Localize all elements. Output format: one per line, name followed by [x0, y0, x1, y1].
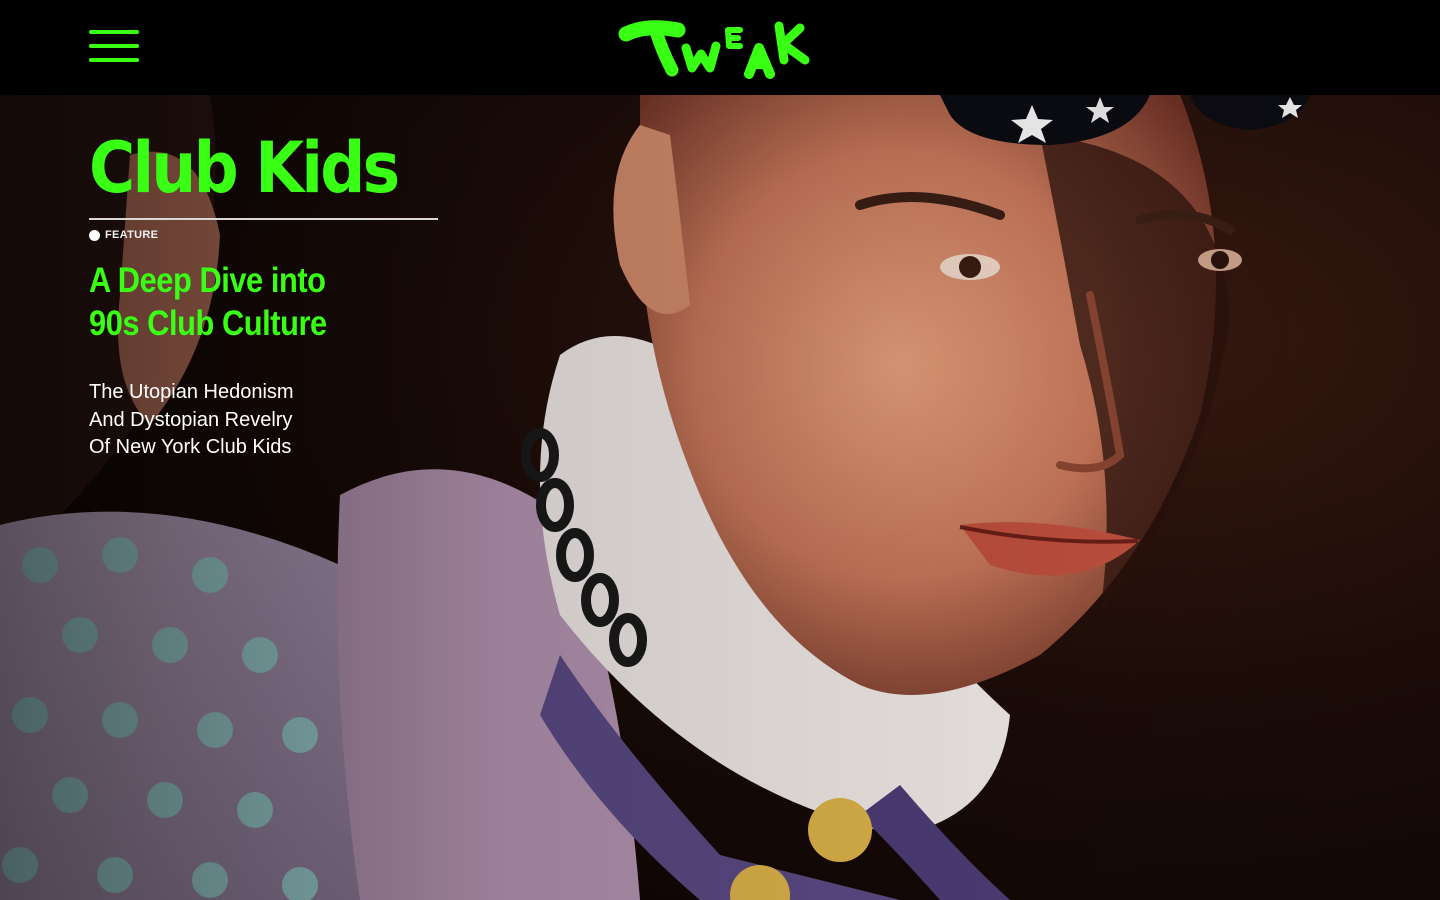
dek-line: Of New York Club Kids	[89, 436, 292, 458]
tweak-logo[interactable]	[616, 16, 812, 82]
dek-line: The Utopian Hedonism	[89, 381, 294, 403]
headline-line: A Deep Dive into	[89, 261, 326, 300]
category-dot-icon	[89, 229, 100, 241]
title-divider	[89, 218, 438, 220]
top-nav-bar	[0, 0, 1440, 95]
hamburger-menu-icon[interactable]	[89, 30, 139, 64]
category-label: FEATURE	[105, 229, 159, 241]
menu-line	[89, 58, 139, 62]
article-dek: The Utopian Hedonism And Dystopian Revel…	[89, 379, 439, 462]
hero-text-panel: Club Kids FEATURE A Deep Dive into 90s C…	[89, 128, 439, 462]
dek-line: And Dystopian Revelry	[89, 408, 293, 431]
menu-line	[89, 44, 139, 48]
article-headline[interactable]: A Deep Dive into 90s Club Culture	[89, 259, 423, 345]
menu-line	[89, 30, 139, 34]
category-tag[interactable]: FEATURE	[89, 229, 439, 241]
headline-line: 90s Club Culture	[89, 304, 327, 343]
hero-title[interactable]: Club Kids	[89, 128, 404, 208]
